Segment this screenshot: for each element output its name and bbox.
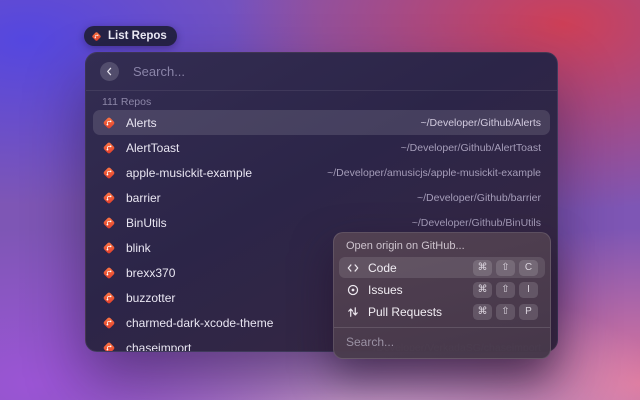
git-repo-icon [102, 316, 116, 330]
repo-row[interactable]: barrier ~/Developer/Github/barrier [93, 185, 550, 210]
repo-name: Alerts [126, 116, 157, 130]
action-menu-item-label: Code [368, 261, 397, 275]
action-menu-item-issues[interactable]: Issues ⌘⇧I [339, 279, 545, 300]
repo-path: ~/Developer/amusicjs/apple-musickit-exam… [327, 167, 541, 179]
key-badge: ⇧ [496, 304, 515, 320]
desktop: { "launcher_tag": { "label": "List Repos… [0, 0, 640, 400]
repo-name: buzzotter [126, 291, 175, 305]
back-button[interactable] [100, 62, 119, 81]
search-input[interactable]: Search... [133, 64, 543, 79]
pull-request-icon [346, 305, 360, 319]
key-badge: P [519, 304, 538, 320]
action-menu-item-pull-requests[interactable]: Pull Requests ⌘⇧P [339, 301, 545, 322]
repo-name: BinUtils [126, 216, 167, 230]
repo-name: apple-musickit-example [126, 166, 252, 180]
repo-row[interactable]: apple-musickit-example ~/Developer/amusic… [93, 160, 550, 185]
git-repo-icon [102, 241, 116, 255]
issues-icon [346, 283, 360, 297]
shortcut-keys: ⌘⇧I [473, 282, 538, 298]
repo-name: brexx370 [126, 266, 175, 280]
key-badge: I [519, 282, 538, 298]
git-repo-icon [91, 31, 102, 42]
repo-row[interactable]: AlertToast ~/Developer/Github/AlertToast [93, 135, 550, 160]
repo-name: AlertToast [126, 141, 179, 155]
key-badge: ⇧ [496, 260, 515, 276]
key-badge: ⌘ [473, 282, 492, 298]
action-menu-search-input[interactable]: Search... [334, 328, 550, 351]
key-badge: C [519, 260, 538, 276]
git-repo-icon [102, 116, 116, 130]
git-repo-icon [102, 291, 116, 305]
search-bar: Search... [86, 53, 557, 91]
repo-path: ~/Developer/Github/AlertToast [401, 142, 541, 154]
action-menu-item-label: Pull Requests [368, 305, 442, 319]
action-menu: Open origin on GitHub... Code⌘⇧CIssues⌘⇧… [333, 232, 551, 359]
action-menu-items: Code⌘⇧CIssues⌘⇧IPull Requests⌘⇧P [334, 257, 550, 322]
key-badge: ⌘ [473, 260, 492, 276]
git-repo-icon [102, 141, 116, 155]
code-icon [346, 261, 360, 275]
command-tag[interactable]: List Repos [84, 26, 177, 46]
repo-path: ~/Developer/Github/Alerts [420, 117, 541, 129]
action-menu-header: Open origin on GitHub... [334, 233, 550, 256]
key-badge: ⇧ [496, 282, 515, 298]
git-repo-icon [102, 266, 116, 280]
repo-row[interactable]: Alerts ~/Developer/Github/Alerts [93, 110, 550, 135]
repo-name: chaseimport [126, 341, 191, 353]
shortcut-keys: ⌘⇧C [473, 260, 538, 276]
key-badge: ⌘ [473, 304, 492, 320]
shortcut-keys: ⌘⇧P [473, 304, 538, 320]
section-label: 111 Repos [93, 94, 550, 110]
action-menu-item-code[interactable]: Code ⌘⇧C [339, 257, 545, 278]
command-tag-label: List Repos [108, 30, 167, 42]
git-repo-icon [102, 216, 116, 230]
repo-name: barrier [126, 191, 161, 205]
repo-name: blink [126, 241, 151, 255]
git-repo-icon [102, 341, 116, 353]
git-repo-icon [102, 191, 116, 205]
action-menu-item-label: Issues [368, 283, 403, 297]
repo-path: ~/Developer/Github/barrier [417, 192, 541, 204]
repo-name: charmed-dark-xcode-theme [126, 316, 273, 330]
repo-path: ~/Developer/Github/BinUtils [412, 217, 541, 229]
chevron-left-icon [105, 67, 114, 76]
git-repo-icon [102, 166, 116, 180]
